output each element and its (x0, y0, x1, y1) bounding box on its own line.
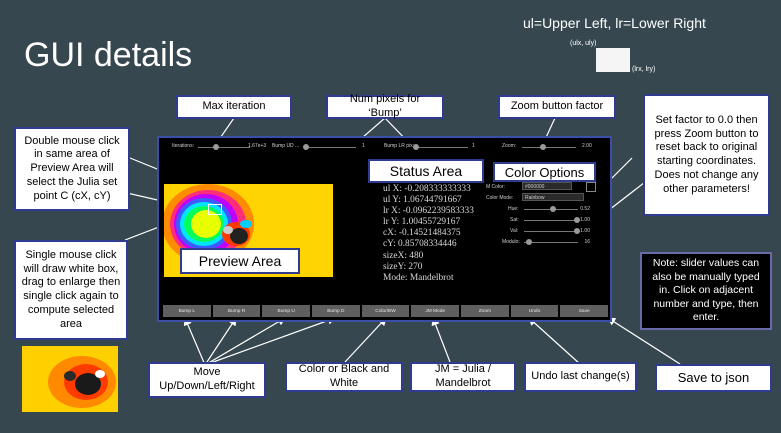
zoom-value[interactable]: 2.00 (582, 143, 592, 149)
callout-color-bw: Color or Black and White (285, 362, 403, 392)
bump-lr-slider-knob[interactable] (413, 144, 419, 150)
callout-max-iteration: Max iteration (176, 95, 292, 119)
callout-move: Move Up/Down/Left/Right (148, 362, 266, 398)
callout-reset-zoom: Set factor to 0.0 then press Zoom button… (643, 94, 770, 216)
modulo-value[interactable]: 16 (584, 239, 590, 245)
lr-coord-label: (lrx, lry) (632, 66, 656, 73)
top-slider-bar: Iterations: 1.67e+3 Bump UD ... 1 Bump L… (162, 141, 607, 153)
modulo-slider[interactable] (524, 242, 578, 243)
color-mode-select[interactable]: Rainbow (522, 193, 584, 201)
status-area-label: Status Area (368, 159, 484, 183)
callout-undo: Undo last change(s) (524, 362, 637, 392)
mcolor-input[interactable]: #000000 (522, 182, 572, 190)
modulo-slider-knob[interactable] (526, 239, 532, 245)
color-mode-label: Color Mode: (486, 195, 514, 201)
bump-right-button[interactable]: Bump R (212, 305, 261, 317)
bump-ud-value[interactable]: 1 (362, 143, 365, 149)
bump-ud-slider[interactable] (304, 147, 356, 148)
status-line: Mode: Mandelbrot (383, 272, 454, 283)
val-slider[interactable] (524, 231, 578, 232)
iterations-value[interactable]: 1.67e+3 (248, 143, 266, 149)
callout-jm-mode: JM = Julia / Mandelbrot (410, 362, 516, 392)
status-line: cY: 0.85708334446 (383, 239, 457, 250)
status-line: lr Y: 1.00455729167 (383, 217, 461, 228)
sat-slider-knob[interactable] (574, 217, 580, 223)
sat-label: Sat: (510, 217, 519, 223)
status-line: ul X: -0.208333333333 (383, 184, 471, 194)
bump-ud-label: Bump UD ... (272, 143, 300, 149)
status-line: sizeX: 480 (383, 250, 424, 261)
color-options-panel: M Color: #000000 Color Mode: Rainbow Hue… (486, 182, 604, 248)
status-area: ul X: -0.208333333333 ul Y: 1.0674479166… (383, 184, 493, 284)
zoom-slider-knob[interactable] (540, 144, 546, 150)
iterations-slider[interactable] (198, 147, 250, 148)
zoom-button[interactable]: Zoom (461, 305, 509, 317)
val-label: Val: (510, 228, 519, 234)
callout-slider-note: Note: slider values can also be manually… (640, 252, 772, 330)
bump-lr-label: Bump LR pix: (384, 143, 415, 149)
val-value[interactable]: 1.00 (580, 228, 590, 234)
button-row: Bump L Bump R Bump U Bump D Color/BW JM … (163, 305, 609, 317)
status-line: lr X: -0.0962239583333 (383, 206, 474, 217)
zoom-slider[interactable] (522, 147, 576, 148)
color-options-label: Color Options (493, 162, 596, 182)
selection-box[interactable] (208, 204, 222, 215)
undo-button[interactable]: Undo (510, 305, 559, 317)
status-line: ul Y: 1.06744791667 (383, 195, 462, 206)
save-button[interactable]: Save (560, 305, 609, 317)
iterations-label: Iterations: (172, 143, 194, 149)
region-illustration (596, 48, 630, 72)
bump-up-button[interactable]: Bump U (262, 305, 311, 317)
zoom-label: Zoom: (502, 143, 517, 149)
status-line: sizeY: 270 (383, 261, 423, 272)
selected-area-result-image (22, 346, 118, 412)
modulo-label: Modulo: (502, 239, 520, 245)
callout-single-click: Single mouse click will draw white box, … (14, 240, 128, 340)
sat-value[interactable]: 1.00 (580, 217, 590, 223)
mcolor-label: M Color: (486, 184, 505, 190)
callout-zoom-factor: Zoom button factor (498, 95, 616, 119)
callout-num-pixels: Num pixels for ‘Bump’ (326, 93, 444, 119)
legend-text: ul=Upper Left, lr=Lower Right (523, 15, 706, 31)
hue-value[interactable]: 0.52 (580, 206, 590, 212)
bump-down-button[interactable]: Bump D (312, 305, 360, 317)
jm-mode-button[interactable]: JM Mode (411, 305, 460, 317)
color-bw-button[interactable]: Color/BW (361, 305, 410, 317)
preview-area-label: Preview Area (180, 248, 300, 274)
bump-lr-value[interactable]: 1 (472, 143, 475, 149)
hue-slider-knob[interactable] (550, 206, 556, 212)
sat-slider[interactable] (524, 220, 578, 221)
zoomed-fractal (22, 346, 118, 412)
status-line: cX: -0.14521484375 (383, 228, 461, 239)
callout-save: Save to json (655, 364, 772, 392)
ul-coord-label: (ulx, uly) (570, 40, 597, 47)
bump-lr-slider[interactable] (414, 147, 468, 148)
iterations-slider-knob[interactable] (213, 144, 219, 150)
bump-ud-slider-knob[interactable] (303, 144, 309, 150)
hue-label: Hue: (508, 206, 519, 212)
callout-double-click: Double mouse click in same area of Previ… (14, 127, 130, 211)
page-title: GUI details (24, 36, 193, 74)
bump-left-button[interactable]: Bump L (163, 305, 211, 317)
mcolor-swatch[interactable] (586, 182, 596, 192)
val-slider-knob[interactable] (574, 228, 580, 234)
